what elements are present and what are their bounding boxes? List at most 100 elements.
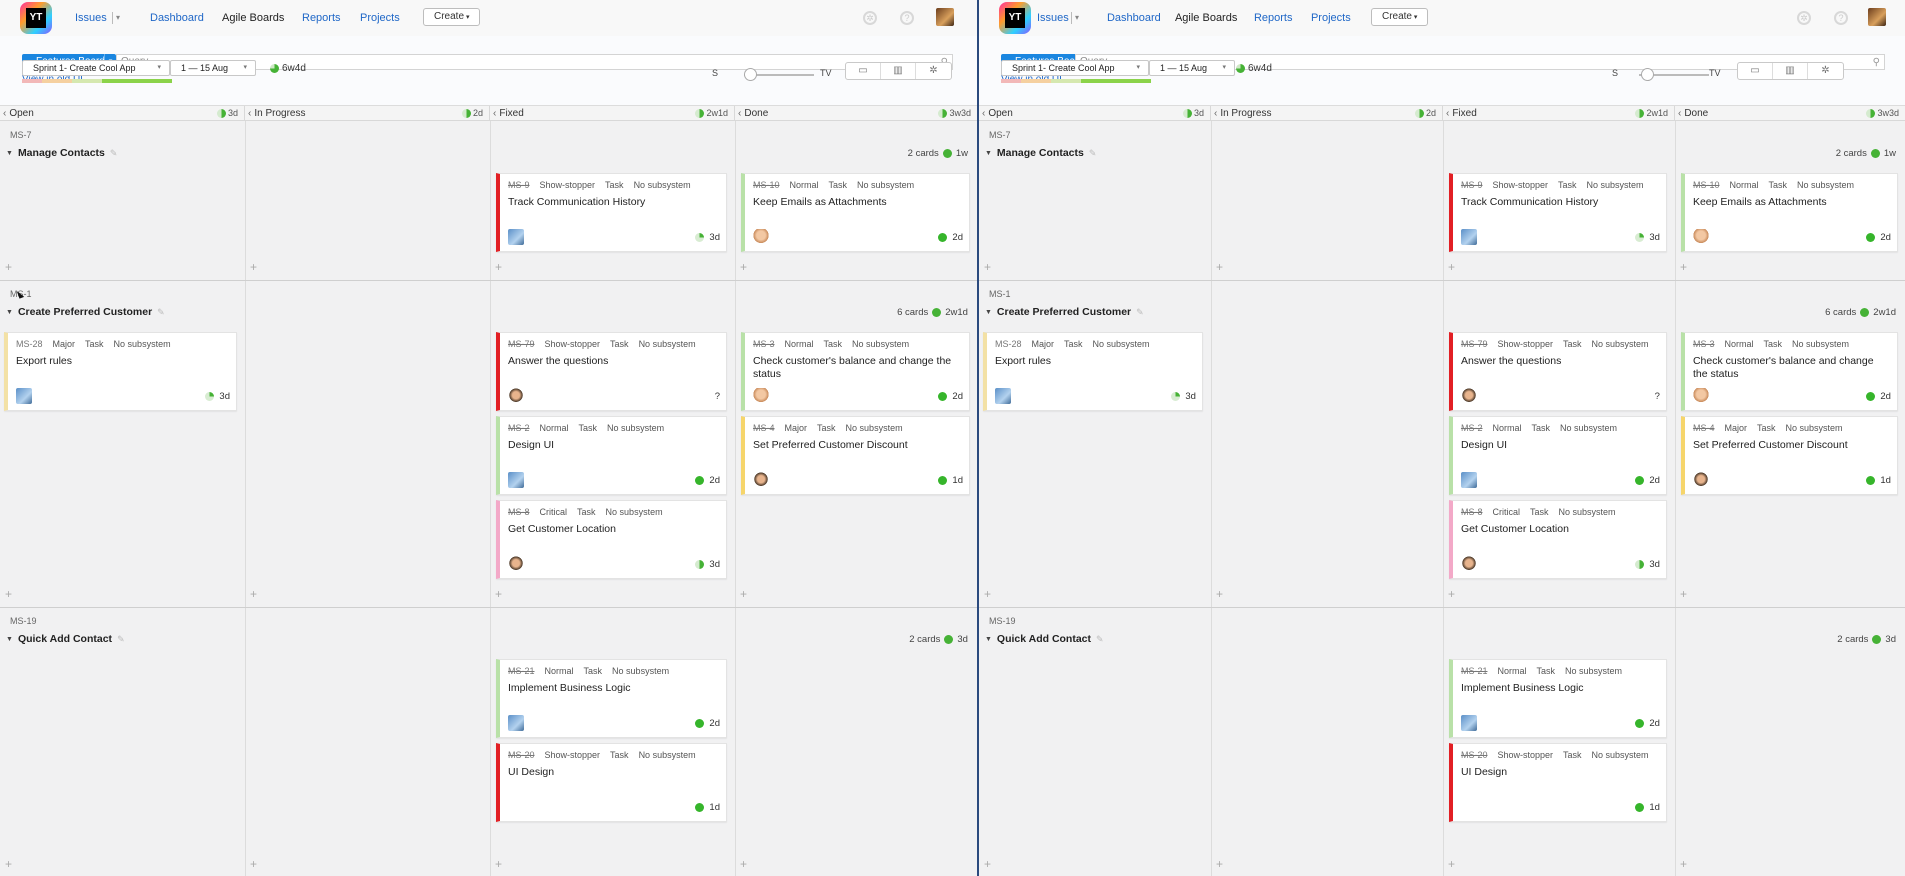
chart-icon[interactable]: ▥ [881, 63, 916, 79]
nav-dashboard[interactable]: Dashboard [150, 12, 204, 24]
issue-title[interactable]: Check customer's balance and change the … [753, 355, 961, 381]
add-card-button[interactable]: + [1216, 260, 1223, 274]
issue-title[interactable]: Get Customer Location [1461, 523, 1658, 536]
create-button[interactable]: Create ▾ [1370, 8, 1429, 26]
issue-id[interactable]: MS-20 [1461, 750, 1488, 760]
add-card-button[interactable]: + [984, 260, 991, 274]
issue-id[interactable]: MS-4 [753, 423, 775, 433]
issue-priority[interactable]: Major [1724, 423, 1747, 433]
issue-subsystem[interactable]: No subsystem [639, 339, 696, 349]
nav-agile-boards[interactable]: Agile Boards [1175, 12, 1237, 24]
issue-subsystem[interactable]: No subsystem [1587, 180, 1644, 190]
collapse-column-icon[interactable]: ‹ [1446, 108, 1449, 119]
assignee-avatar[interactable] [994, 388, 1011, 404]
issue-priority[interactable]: Show-stopper [545, 750, 601, 760]
nav-dashboard[interactable]: Dashboard [1107, 12, 1161, 24]
assignee-avatar[interactable] [16, 388, 32, 404]
collapse-column-icon[interactable]: ‹ [1678, 108, 1681, 119]
chart-icon[interactable]: ▥ [1773, 63, 1808, 79]
issue-priority[interactable]: Show-stopper [540, 180, 596, 190]
collapse-swimlane-icon[interactable]: ▼ [6, 150, 13, 157]
issue-type[interactable]: Task [1532, 423, 1551, 433]
help-icon[interactable]: ? [900, 11, 914, 25]
add-card-button[interactable]: + [984, 587, 991, 601]
issue-id[interactable]: MS-79 [1461, 339, 1488, 349]
issue-card[interactable]: MS-21 Normal Task No subsystem Implement Bus… [496, 659, 727, 738]
issue-title[interactable]: Set Preferred Customer Discount [753, 439, 961, 452]
issue-type[interactable]: Task [605, 180, 624, 190]
issue-type[interactable]: Task [579, 423, 598, 433]
issue-card[interactable]: MS-20 Show-stopper Task No subsystem UI Desi… [496, 743, 727, 822]
add-card-button[interactable]: + [5, 587, 12, 601]
issue-card[interactable]: MS-3 Normal Task No subsystem Check customer… [741, 332, 970, 411]
assignee-avatar[interactable] [508, 388, 524, 404]
column-header-open[interactable]: ‹ Open 3d [979, 106, 1211, 121]
assignee-avatar[interactable] [1692, 388, 1709, 404]
issue-id[interactable]: MS-21 [1461, 666, 1488, 676]
assignee-avatar[interactable] [1460, 472, 1477, 488]
sprint-dates-selector[interactable]: 1 — 15 Aug ▾ [170, 60, 256, 76]
nav-projects[interactable]: Projects [1311, 12, 1351, 24]
issue-title[interactable]: Implement Business Logic [508, 682, 718, 695]
assignee-avatar[interactable] [1460, 388, 1477, 404]
swimlane-title[interactable]: ▼ Quick Add Contact ✎ [6, 633, 125, 645]
add-card-button[interactable]: + [1680, 857, 1687, 871]
column-header-in-progress[interactable]: ‹ In Progress 2d [245, 106, 490, 121]
issue-subsystem[interactable]: No subsystem [612, 666, 669, 676]
issue-subsystem[interactable]: No subsystem [1565, 666, 1622, 676]
assignee-avatar[interactable] [508, 472, 524, 488]
settings-icon[interactable]: ✲ [1808, 63, 1843, 79]
assignee-avatar[interactable] [753, 388, 769, 404]
issue-type[interactable]: Task [817, 423, 836, 433]
issue-id[interactable]: MS-20 [508, 750, 535, 760]
nav-agile-boards[interactable]: Agile Boards [222, 12, 284, 24]
issue-id[interactable]: MS-10 [1693, 180, 1720, 190]
issue-type[interactable]: Task [1764, 339, 1783, 349]
issue-priority[interactable]: Normal [545, 666, 574, 676]
edit-pencil-icon[interactable]: ✎ [1136, 307, 1144, 318]
column-header-fixed[interactable]: ‹ Fixed 2w1d [490, 106, 735, 121]
issue-type[interactable]: Task [584, 666, 603, 676]
column-header-in-progress[interactable]: ‹ In Progress 2d [1211, 106, 1443, 121]
settings-icon[interactable]: ✲ [916, 63, 951, 79]
sprint-dates-selector[interactable]: 1 — 15 Aug ▾ [1148, 60, 1235, 76]
issue-type[interactable]: Task [1563, 750, 1582, 760]
issue-card[interactable]: MS-3 Normal Task No subsystem Check customer… [1680, 332, 1898, 411]
issue-subsystem[interactable]: No subsystem [1792, 339, 1849, 349]
issue-title[interactable]: Keep Emails as Attachments [1693, 196, 1889, 209]
card-size-slider-handle[interactable] [744, 68, 757, 81]
nav-reports[interactable]: Reports [1254, 12, 1293, 24]
add-card-button[interactable]: + [1680, 587, 1687, 601]
add-card-button[interactable]: + [250, 857, 257, 871]
assignee-avatar[interactable] [508, 556, 524, 572]
issue-id[interactable]: MS-79 [508, 339, 535, 349]
issue-title[interactable]: UI Design [1461, 766, 1658, 779]
issue-subsystem[interactable]: No subsystem [639, 750, 696, 760]
issue-subsystem[interactable]: No subsystem [606, 507, 663, 517]
edit-pencil-icon[interactable]: ✎ [110, 148, 118, 159]
swimlane-title[interactable]: ▼ Create Preferred Customer ✎ [6, 306, 165, 318]
issue-id[interactable]: MS-3 [1693, 339, 1715, 349]
issue-id[interactable]: MS-21 [508, 666, 535, 676]
assignee-avatar[interactable] [1460, 715, 1477, 731]
issue-type[interactable]: Task [610, 339, 629, 349]
issue-id[interactable]: MS-10 [753, 180, 780, 190]
issue-title[interactable]: Design UI [1461, 439, 1658, 452]
add-card-button[interactable]: + [1216, 857, 1223, 871]
issue-type[interactable]: Task [824, 339, 843, 349]
add-card-button[interactable]: + [250, 587, 257, 601]
user-avatar[interactable] [936, 8, 954, 26]
assignee-avatar[interactable] [1460, 556, 1477, 572]
collapse-swimlane-icon[interactable]: ▼ [6, 309, 13, 316]
card-size-slider-handle[interactable] [1640, 68, 1654, 81]
issue-priority[interactable]: Normal [1729, 180, 1758, 190]
collapse-column-icon[interactable]: ‹ [982, 108, 985, 119]
issue-card[interactable]: MS-8 Critical Task No subsystem Get Customer… [496, 500, 727, 579]
issue-id[interactable]: MS-2 [1461, 423, 1483, 433]
add-card-button[interactable]: + [495, 587, 502, 601]
issue-priority[interactable]: Show-stopper [1497, 339, 1553, 349]
issue-subsystem[interactable]: No subsystem [634, 180, 691, 190]
collapse-swimlane-icon[interactable]: ▼ [985, 150, 992, 157]
youtrack-logo[interactable]: YT [998, 2, 1031, 34]
column-header-open[interactable]: ‹ Open 3d [0, 106, 245, 121]
